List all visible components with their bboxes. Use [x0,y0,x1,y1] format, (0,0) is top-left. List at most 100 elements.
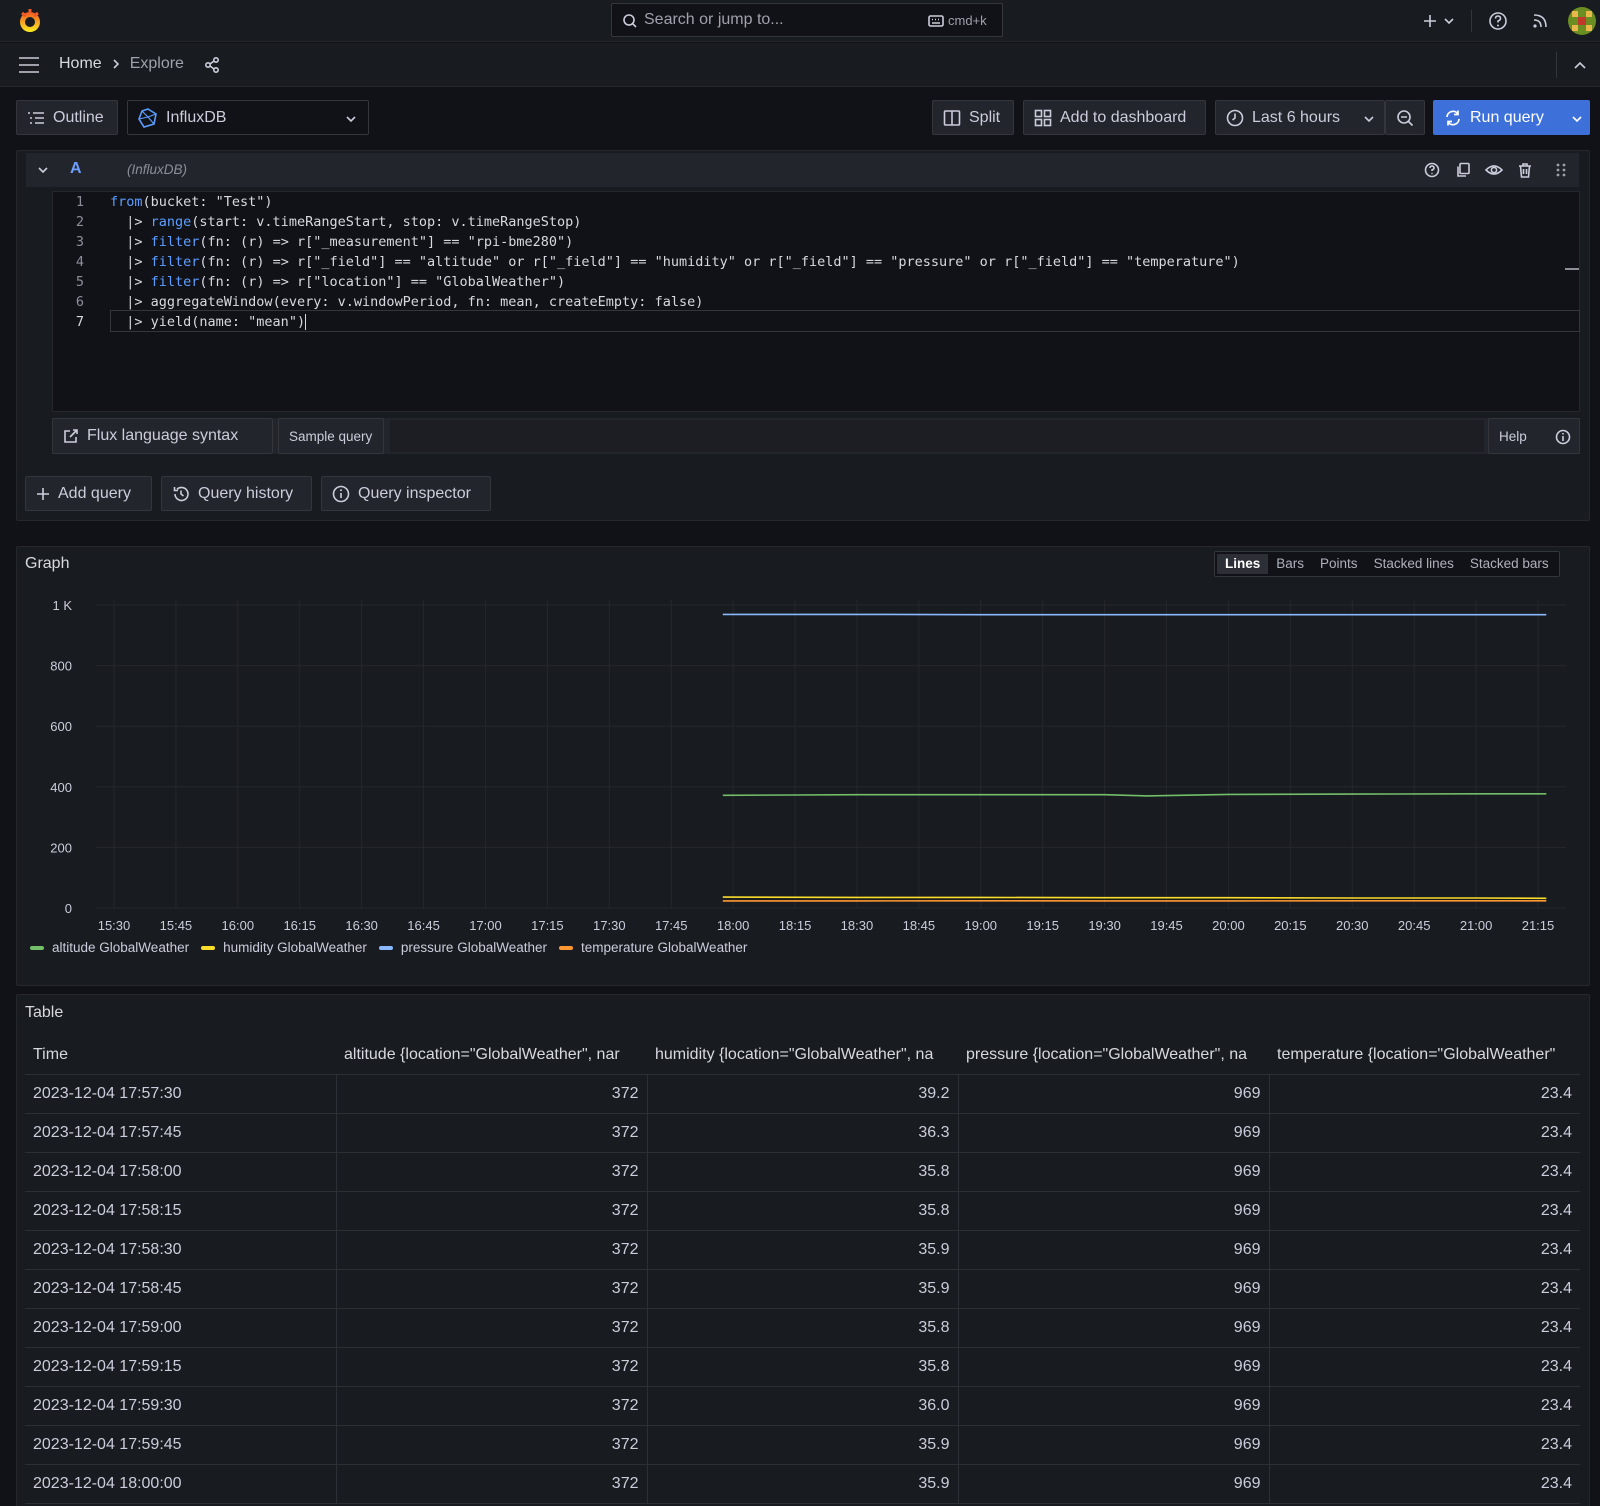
legend-label: humidity GlobalWeather [223,940,367,955]
help-icon[interactable] [1488,11,1508,31]
search-icon [623,14,637,28]
editor-scroll-indicator [1565,268,1579,270]
code-line: |> range(start: v.timeRangeStart, stop: … [110,214,582,230]
zoom-out-icon [1397,109,1414,126]
table-cell: 23.4 [1268,1425,1580,1465]
legend-item-altitude[interactable]: altitude GlobalWeather [30,940,189,955]
add-to-dashboard-button[interactable]: Add to dashboard [1023,100,1206,135]
help-icon[interactable] [1424,162,1440,178]
column-header[interactable]: altitude {location="GlobalWeather", nar [336,1036,647,1075]
eye-icon[interactable] [1485,162,1503,178]
datasource-picker[interactable]: InfluxDB [127,100,369,135]
query-history-button[interactable]: Query history [161,476,312,511]
table-cell: 2023-12-04 17:58:00 [25,1152,336,1192]
share-icon[interactable] [203,56,221,74]
x-tick-label: 21:15 [1522,918,1555,933]
graph-mode-tabs: Lines Bars Points Stacked lines Stacked … [1214,551,1560,577]
breadcrumb-bar [0,43,1600,87]
drag-handle-icon[interactable] [1555,162,1567,178]
grafana-logo-icon[interactable] [16,7,44,35]
query-ref-id[interactable]: A [70,160,82,178]
line-number: 5 [75,274,84,290]
split-button[interactable]: Split [932,100,1014,135]
x-tick-label: 16:00 [222,918,255,933]
graph-mode-lines[interactable]: Lines [1217,554,1269,574]
editor-footer-spacer [390,420,1484,452]
menu-icon[interactable] [18,56,40,74]
graph-mode-points[interactable]: Points [1312,552,1366,576]
active-line-highlight [110,310,1580,332]
x-tick-label: 20:30 [1336,918,1369,933]
time-range-picker[interactable]: Last 6 hours [1215,100,1385,135]
graph-mode-stacked-bars[interactable]: Stacked bars [1462,552,1557,576]
chevron-up-icon[interactable] [1573,60,1587,70]
table-cell: 2023-12-04 17:57:30 [25,1074,336,1114]
table-cell: 2023-12-04 17:59:15 [25,1347,336,1387]
line-number: 4 [75,254,84,270]
table-cell: 23.4 [1268,1074,1580,1114]
line-number: 1 [75,194,84,210]
add-query-button[interactable]: Add query [25,476,152,511]
table-cell: 372 [335,1230,647,1270]
table-cell: 2023-12-04 17:58:30 [25,1230,336,1270]
table-row: 2023-12-04 17:59:00 372 35.8 969 23.4 [25,1308,1580,1348]
user-avatar[interactable] [1568,7,1596,35]
table-row: 2023-12-04 17:57:45 372 36.3 969 23.4 [25,1113,1580,1153]
table-cell: 372 [335,1347,647,1387]
table-cell: 23.4 [1268,1152,1580,1192]
sample-query-button[interactable]: Sample query [278,418,384,454]
outline-button[interactable]: Outline [16,100,118,135]
code-line: |> filter(fn: (r) => r["location"] == "G… [110,274,566,290]
legend-item-humidity[interactable]: humidity GlobalWeather [201,940,367,955]
rss-news-icon[interactable] [1531,12,1549,30]
column-header[interactable]: temperature {location="GlobalWeather" [1269,1036,1580,1075]
chevron-down-icon [1364,116,1374,123]
search-bar[interactable]: Search or jump to... cmd+k [611,3,1003,37]
x-tick-label: 16:45 [407,918,440,933]
split-label: Split [969,108,1001,126]
table-row: 2023-12-04 17:59:30 372 36.0 969 23.4 [25,1386,1580,1426]
table-cell: 2023-12-04 17:59:45 [25,1425,336,1465]
new-menu-button[interactable] [1420,10,1460,32]
table-cell: 969 [957,1074,1269,1114]
table-cell: 372 [335,1074,647,1114]
table-cell: 35.8 [646,1308,958,1348]
sample-query-label: Sample query [289,428,373,444]
legend-item-temperature[interactable]: temperature GlobalWeather [559,940,747,955]
breadcrumb-home[interactable]: Home [59,55,102,73]
table-cell: 969 [957,1191,1269,1231]
x-tick-label: 17:15 [531,918,564,933]
x-tick-label: 19:15 [1026,918,1059,933]
table-cell: 969 [957,1230,1269,1270]
table-cell: 23.4 [1268,1191,1580,1231]
time-series-chart[interactable]: 0 200 400 600 800 1 K 15:30 15:45 16:00 16:15 16:3… [16,590,1590,960]
add-to-dashboard-label: Add to dashboard [1060,108,1187,126]
query-datasource-label: (InfluxDB) [127,162,188,177]
data-table: Time altitude {location="GlobalWeather", … [25,1036,1580,1504]
x-tick-label: 15:45 [160,918,193,933]
query-inspector-button[interactable]: Query inspector [321,476,491,511]
table-cell: 969 [957,1152,1269,1192]
legend-item-pressure[interactable]: pressure GlobalWeather [378,940,547,955]
table-cell: 2023-12-04 17:58:45 [25,1269,336,1309]
chevron-down-icon[interactable] [1572,115,1582,123]
query-history-label: Query history [198,484,294,502]
column-header[interactable]: pressure {location="GlobalWeather", na [958,1036,1269,1075]
zoom-out-button[interactable] [1385,100,1425,135]
trash-icon[interactable] [1517,162,1533,178]
line-number: 3 [75,234,84,250]
graph-mode-bars[interactable]: Bars [1268,552,1312,576]
help-button[interactable]: Help [1488,418,1580,454]
collapse-chevron-icon[interactable] [38,166,48,174]
column-header[interactable]: humidity {location="GlobalWeather", na [647,1036,958,1075]
flux-syntax-link[interactable]: Flux language syntax [52,418,273,454]
results-table: Time altitude {location="GlobalWeather", … [25,1036,1580,1504]
graph-mode-stacked-lines[interactable]: Stacked lines [1366,552,1462,576]
table-cell: 372 [335,1464,647,1504]
run-query-button[interactable]: Run query [1433,100,1590,135]
table-cell: 372 [335,1113,647,1153]
column-header[interactable]: Time [25,1036,336,1075]
copy-icon[interactable] [1455,162,1471,178]
table-title: Table [25,1004,64,1021]
flux-syntax-label: Flux language syntax [87,427,239,444]
